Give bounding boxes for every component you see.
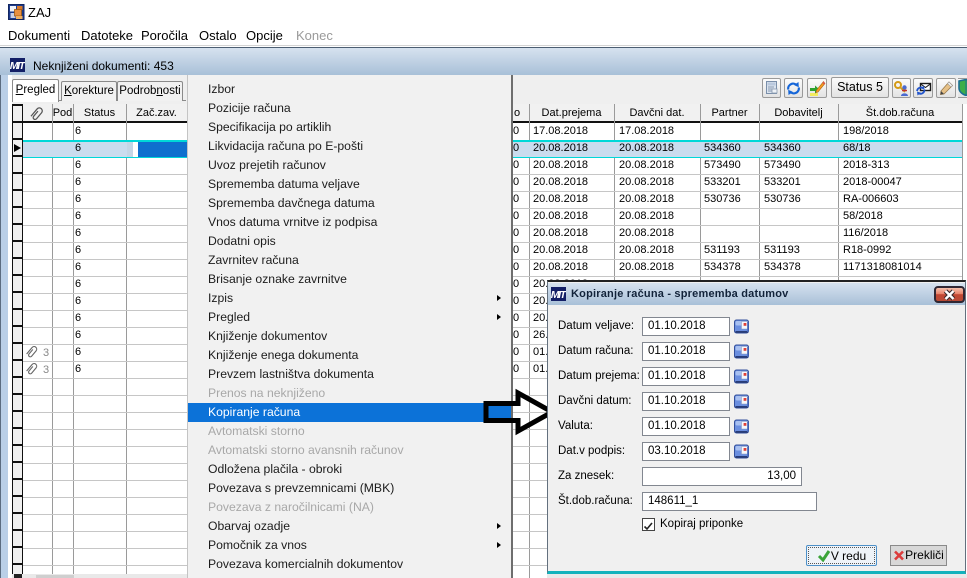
svg-text:MIT: MIT (551, 289, 566, 301)
svg-text:MIT: MIT (10, 60, 25, 72)
